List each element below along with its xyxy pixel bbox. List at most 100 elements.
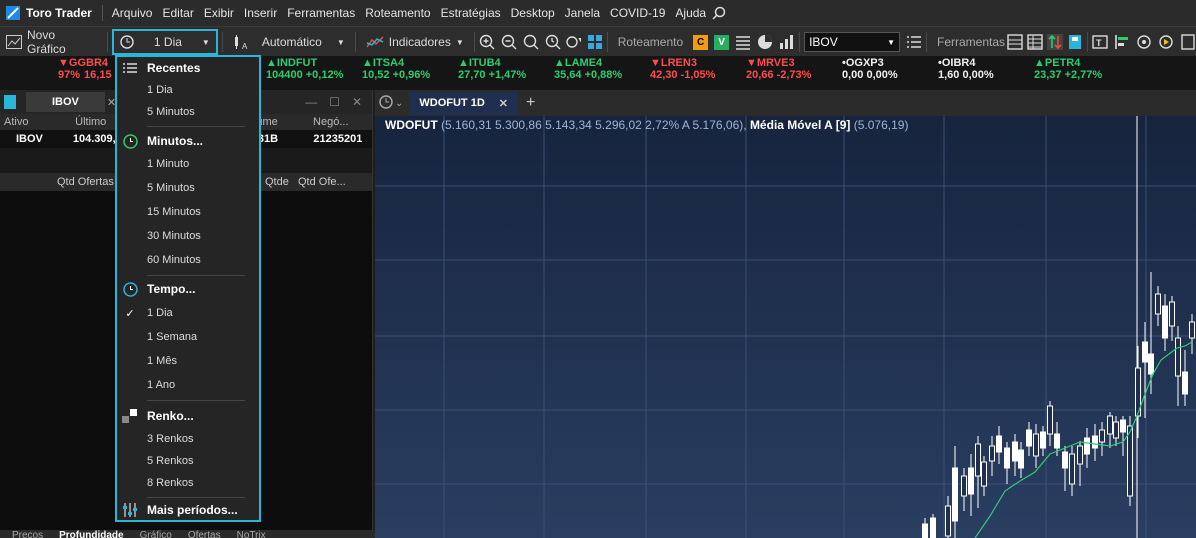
zoom-in-icon[interactable] [479, 34, 495, 50]
ticker-item[interactable]: ▲ITSA4 10,52 +0,96% [352, 56, 448, 90]
search-icon[interactable] [711, 5, 727, 21]
close-icon[interactable]: ✕ [352, 95, 362, 109]
menu-item-1mes[interactable]: 1 Mês [117, 351, 259, 371]
menu-covid[interactable]: COVID-19 [605, 6, 670, 20]
section-renko[interactable]: Renko... [117, 406, 259, 426]
col-negocios[interactable]: Negó... [305, 116, 372, 128]
section-minutos[interactable]: Minutos... [117, 131, 259, 151]
menu-desktop[interactable]: Desktop [506, 6, 560, 20]
menu-item-30min[interactable]: 30 Minutos [117, 226, 259, 246]
section-tempo[interactable]: Tempo... [117, 279, 259, 299]
menu-janela[interactable]: Janela [560, 6, 605, 20]
zoom-out-icon[interactable] [501, 34, 517, 50]
ticker-item[interactable]: •OGXP3 0,00 0,00% [832, 56, 928, 90]
buy-c-button[interactable]: C [693, 34, 709, 50]
col-qtd-ofertas-2[interactable]: Qtd Ofe... [298, 176, 346, 188]
close-icon[interactable]: ✕ [499, 97, 508, 110]
chart-plot[interactable] [375, 116, 1196, 538]
divider [147, 497, 245, 498]
ticker-item[interactable]: ▲PETR4 23,37 +2,77% [1024, 56, 1120, 90]
col-qtd-ofertas[interactable]: Qtd Ofertas [57, 176, 114, 188]
sell-v-button[interactable]: V [714, 34, 730, 50]
candle [1012, 441, 1018, 462]
zoom-history-icon[interactable] [545, 34, 561, 50]
minimize-icon[interactable]: — [305, 95, 317, 109]
ticker-item[interactable]: ▲ITUB4 27,70 +1,47% [448, 56, 544, 90]
symbol-select[interactable]: IBOV ▼ [804, 32, 900, 52]
list-icon[interactable] [735, 34, 751, 50]
chevron-down-icon[interactable]: ⌄ [395, 98, 403, 109]
menu-estrategias[interactable]: Estratégias [436, 6, 506, 20]
menu-arquivo[interactable]: Arquivo [107, 6, 158, 20]
menu-item-15min[interactable]: 15 Minutos [117, 202, 259, 222]
menu-item-3renkos[interactable]: 3 Renkos [117, 429, 259, 449]
menu-item-5renkos[interactable]: 5 Renkos [117, 451, 259, 471]
menu-item-5min[interactable]: 5 Minutos [117, 178, 259, 198]
ticker-value: 0,00 0,00% [842, 69, 898, 81]
menu-roteamento[interactable]: Roteamento [360, 6, 435, 20]
menu-item-1dia[interactable]: ✓ 1 Dia [117, 303, 259, 323]
ticker-item[interactable]: ▲INDFUT 104400 +0,12% [256, 56, 352, 90]
table-icon[interactable] [1027, 34, 1043, 50]
menu-item-recent-1dia[interactable]: 1 Dia [117, 80, 259, 100]
new-chart-button[interactable]: Novo Gráfico [0, 28, 103, 56]
symbol-list-icon[interactable] [906, 34, 922, 50]
up-down-arrows-icon[interactable] [1047, 34, 1064, 50]
candle [1069, 453, 1075, 485]
replay-icon[interactable] [1158, 34, 1174, 50]
tab-notrix[interactable]: NoTrix [237, 530, 266, 538]
col-volume[interactable]: lume [254, 116, 305, 128]
pie-chart-icon[interactable] [757, 34, 773, 50]
tt-icon[interactable]: T [1092, 34, 1108, 50]
ticker-item[interactable]: ▼MRVE3 20,66 -2,73% [736, 56, 832, 90]
ticker-item[interactable]: ▼LREN3 42,30 -1,05% [640, 56, 736, 90]
menu-item-60min[interactable]: 60 Minutos [117, 250, 259, 270]
tab-profundidade[interactable]: Profundidade [59, 530, 123, 538]
col-ativo[interactable]: Ativo [0, 116, 53, 128]
trend-arrow-icon: ▲ [458, 57, 469, 69]
align-icon[interactable] [1114, 34, 1130, 50]
item-label: 5 Renkos [147, 455, 194, 467]
menu-ajuda[interactable]: Ajuda [670, 6, 711, 20]
save-icon[interactable] [1067, 34, 1083, 50]
bar-chart-icon[interactable] [779, 34, 795, 50]
ticker-item[interactable]: ▲LAME4 35,64 +0,88% [544, 56, 640, 90]
menu-item-mais-periodos[interactable]: Mais períodos... [117, 500, 259, 520]
panel-icon[interactable] [1007, 34, 1023, 50]
svg-text:T: T [1096, 38, 1102, 48]
menu-editar[interactable]: Editar [157, 6, 198, 20]
toolbar: Novo Gráfico 1 Dia ▼ A Automático ▼ Indi… [0, 26, 1196, 57]
menu-exibir[interactable]: Exibir [199, 6, 239, 20]
zoom-fit-icon[interactable] [523, 34, 539, 50]
target-icon[interactable] [1136, 34, 1152, 50]
more-periods-label: Mais períodos... [147, 503, 238, 517]
tab-wdofut[interactable]: WDOFUT 1D ✕ [409, 91, 518, 115]
item-label: 1 Ano [147, 379, 176, 391]
indicators-button[interactable]: Indicadores ▼ [360, 30, 470, 54]
menu-item-8renkos[interactable]: 8 Renkos [117, 473, 259, 493]
col-qtde[interactable]: Qtde [265, 176, 289, 188]
menu-item-1semana[interactable]: 1 Semana [117, 327, 259, 347]
window-icon[interactable] [1180, 34, 1196, 50]
clock-icon[interactable] [379, 94, 393, 112]
menu-item-1ano[interactable]: 1 Ano [117, 375, 259, 395]
period-select[interactable]: 1 Dia ▼ [111, 29, 218, 55]
drawing-tools-icon[interactable]: ▼ [565, 34, 581, 50]
tab-ofertas[interactable]: Ofertas [188, 530, 221, 538]
add-tab-icon[interactable]: + [526, 94, 535, 112]
app-logo: Toro Trader [0, 6, 98, 20]
layout-grid-icon[interactable] [587, 34, 603, 50]
ticker-item[interactable]: •OIBR4 1,60 0,00% [928, 56, 1024, 90]
tab-grafico[interactable]: Gráfico [140, 530, 172, 538]
menu-item-1min[interactable]: 1 Minuto [117, 154, 259, 174]
tab-ibov[interactable]: IBOV [26, 92, 105, 112]
menu-ferramentas[interactable]: Ferramentas [282, 6, 360, 20]
maximize-icon[interactable]: ☐ [329, 95, 340, 109]
tab-precos[interactable]: Preços [12, 530, 43, 538]
menu-item-recent-5min[interactable]: 5 Minutos [117, 102, 259, 122]
save-icon[interactable] [4, 95, 16, 109]
scale-select[interactable]: A Automático ▼ [227, 30, 351, 54]
ticker-symbol-row: ▲ITUB4 [458, 57, 544, 69]
menu-inserir[interactable]: Inserir [239, 6, 282, 20]
candle [989, 445, 995, 462]
